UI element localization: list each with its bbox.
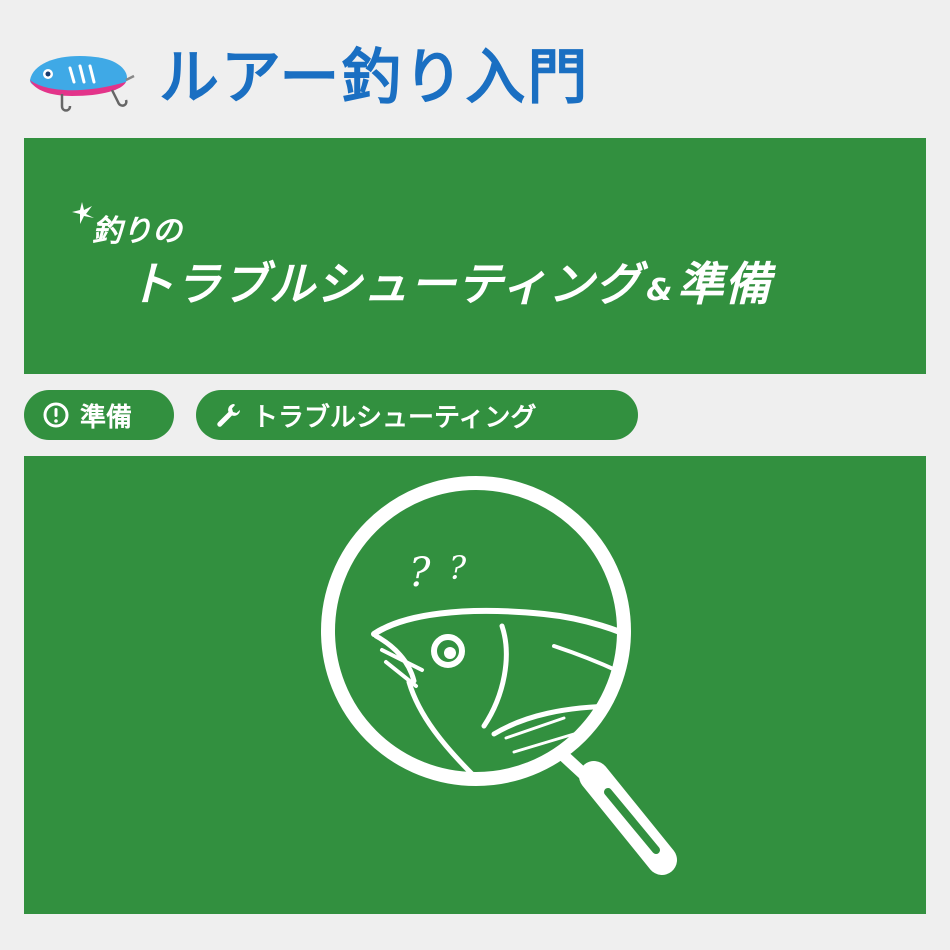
lens-ring: [321, 476, 631, 786]
banner-title-amp: &: [646, 273, 674, 308]
wrench-icon: [217, 404, 240, 427]
tag-troubleshooting[interactable]: トラブルシューティング: [196, 390, 638, 440]
site-title[interactable]: ルアー釣り入門: [159, 48, 589, 108]
exclamation-circle-icon: [43, 402, 69, 428]
banner-title-end: 準備: [677, 257, 772, 311]
hero-panel: ? ?: [24, 456, 926, 914]
site-header: ルアー釣り入門: [22, 30, 722, 125]
tag-troubleshooting-label: トラブルシューティング: [252, 402, 537, 433]
banner-title: トラブルシューティング &準備: [128, 248, 771, 314]
question-mark-1: ?: [409, 550, 431, 596]
fishing-lure-icon: [30, 56, 135, 112]
tag-preparation-label: 準備: [80, 402, 133, 433]
question-mark-2: ?: [449, 549, 467, 587]
banner-title-main: トラブルシューティング: [128, 257, 643, 311]
magnifier-fish-icon: ? ?: [321, 476, 677, 875]
banner-subtitle: 釣りの: [92, 214, 182, 249]
tag-preparation[interactable]: 準備: [24, 390, 174, 440]
